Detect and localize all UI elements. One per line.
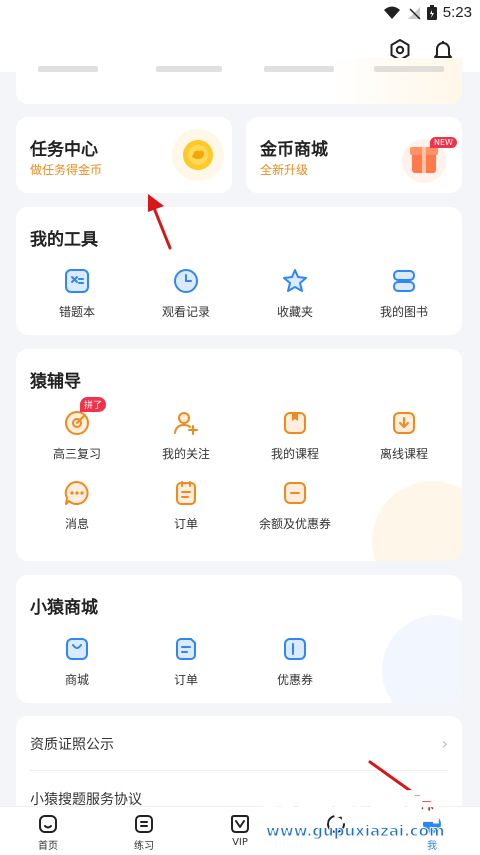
wifi-icon (383, 6, 400, 19)
tools-card: 我的工具 错题本 观看记录 收藏夹 我的图书 (16, 207, 462, 335)
mall-coupons[interactable]: 优惠券 (240, 635, 350, 688)
mall-title: 小猿商城 (30, 598, 98, 618)
nav-vip[interactable]: VIP (210, 813, 270, 848)
battery-icon (426, 5, 437, 20)
follow-icon (174, 412, 198, 435)
tool-my-books[interactable]: 我的图书 (349, 267, 459, 320)
status-bar: 5:23 (0, 0, 480, 28)
annotation-arrow-up (148, 194, 172, 250)
tutor-balance-coupons[interactable]: 余额及优惠券 (240, 479, 350, 532)
tutor-messages[interactable]: 消息 (22, 479, 132, 532)
no-signal-icon (407, 6, 421, 20)
vip-icon (231, 815, 249, 833)
coin-mall-title: 金币商城 (260, 140, 328, 160)
status-time: 5:23 (442, 4, 472, 21)
star-icon (283, 269, 307, 292)
coupon-icon (284, 638, 306, 660)
nav-home[interactable]: 首页 (18, 813, 78, 852)
coin-mall-card[interactable]: 金币商城 全新升级 NEW (246, 117, 462, 193)
tutor-my-follows[interactable]: 我的关注 (131, 409, 241, 462)
stats-card-bottom (16, 58, 462, 104)
course-icon (284, 412, 306, 434)
tool-watch-history[interactable]: 观看记录 (131, 267, 241, 320)
order-icon (176, 481, 196, 505)
tutor-my-courses[interactable]: 我的课程 (240, 409, 350, 462)
task-center-card[interactable]: 任务中心 做任务得金币 (16, 117, 232, 193)
mall-shop[interactable]: 商城 (22, 635, 132, 688)
clock-icon (174, 269, 198, 293)
coin-icon (172, 129, 224, 181)
tutor-offline-courses[interactable]: 离线课程 (349, 409, 459, 462)
tool-favorites[interactable]: 收藏夹 (240, 267, 350, 320)
mall-card: 小猿商城 商城 订单 优惠券 (16, 575, 462, 703)
home-icon (39, 815, 57, 833)
tool-wrong-book[interactable]: 错题本 (22, 267, 132, 320)
order-icon (176, 638, 196, 660)
mall-orders[interactable]: 订单 (131, 635, 241, 688)
target-icon (65, 411, 89, 435)
watermark-url: www.gupuxiazai.com (266, 822, 446, 841)
shop-icon (66, 638, 88, 660)
new-badge: NEW (430, 137, 457, 148)
tutor-senior-review[interactable]: 高三复习 拼了 (22, 397, 132, 462)
download-icon (393, 412, 415, 434)
chevron-right-icon: › (441, 734, 448, 753)
wallet-icon (284, 482, 306, 504)
nav-practice[interactable]: 练习 (114, 813, 174, 852)
wrong-book-icon (65, 269, 89, 293)
watermark: 谷普软件园 www.gupuxiazai.com (261, 780, 474, 842)
fight-badge: 拼了 (80, 397, 107, 412)
coin-mall-subtitle: 全新升级 (260, 163, 309, 177)
tutor-orders[interactable]: 订单 (131, 479, 241, 532)
book-icon (393, 270, 415, 292)
task-center-title: 任务中心 (30, 140, 98, 160)
task-center-subtitle: 做任务得金币 (30, 163, 103, 177)
practice-icon (135, 815, 153, 833)
tutor-card: 猿辅导 高三复习 拼了 我的关注 我的课程 离线课程 消息 订单 余额及优惠券 (16, 349, 462, 561)
tutor-title: 猿辅导 (30, 372, 81, 392)
message-icon (64, 480, 89, 505)
tools-title: 我的工具 (30, 230, 98, 250)
